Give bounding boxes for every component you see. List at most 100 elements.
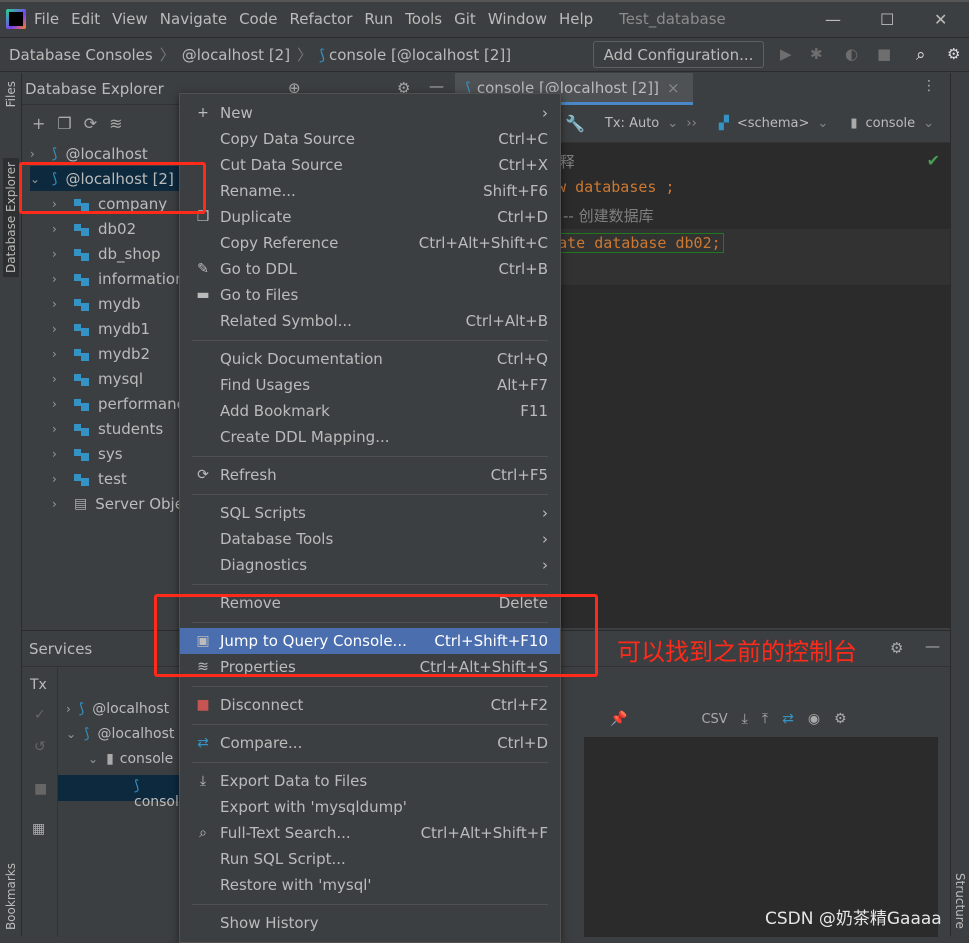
chevron-right-icon[interactable]: › (52, 197, 66, 211)
gear-icon[interactable]: ⚙ (947, 45, 960, 63)
minimize-icon[interactable]: — (825, 10, 841, 29)
commit-icon[interactable]: ✓ (34, 707, 46, 723)
schema-select[interactable]: <schema> (737, 116, 810, 131)
tree-item[interactable]: › db02 (52, 216, 136, 241)
menu-item-create-ddl-mapping[interactable]: Create DDL Mapping... (180, 424, 560, 450)
chevron-right-icon[interactable]: › (52, 422, 66, 436)
chevron-right-icon[interactable]: › (52, 272, 66, 286)
menu-item-go-to-ddl[interactable]: ✎ Go to DDL Ctrl+B (180, 256, 560, 282)
hide-icon[interactable]: — (925, 637, 940, 655)
menu-item-restore-with-mysql[interactable]: Restore with 'mysql' (180, 872, 560, 898)
chevron-right-icon[interactable]: › (52, 372, 66, 386)
services-tree-item[interactable]: ⌄ ▮ console (88, 751, 173, 767)
more-icon[interactable]: ⋮ (922, 78, 936, 94)
menu-tools[interactable]: Tools (405, 10, 442, 28)
settings-icon[interactable]: ⚙ (890, 639, 903, 657)
bookmarks-tab[interactable]: Bookmarks (4, 863, 18, 930)
coverage-icon[interactable]: ◐ (845, 45, 858, 63)
chevron-right-icon[interactable]: › (52, 472, 66, 486)
menu-item-sql-scripts[interactable]: SQL Scripts › (180, 500, 560, 526)
stop-icon[interactable]: ■ (34, 781, 47, 797)
add-icon[interactable]: + (32, 114, 45, 133)
stop-icon[interactable]: ■ (877, 45, 891, 63)
close-tab-icon[interactable]: × (667, 79, 680, 97)
menu-window[interactable]: Window (488, 10, 547, 28)
menu-item-refresh[interactable]: ⟳ Refresh Ctrl+F5 (180, 462, 560, 488)
chevron-right-icon[interactable]: › (52, 497, 66, 511)
menu-item-go-to-files[interactable]: ▬ Go to Files (180, 282, 560, 308)
tree-item[interactable]: › mysql (52, 366, 143, 391)
code-line[interactable]: -- 创建数据库 (563, 205, 654, 226)
services-tree-item-selected[interactable]: ⟆console (58, 775, 198, 810)
menu-item-disconnect[interactable]: ■ Disconnect Ctrl+F2 (180, 692, 560, 718)
chevron-right-icon[interactable]: › (52, 322, 66, 336)
maximize-icon[interactable]: ☐ (880, 10, 894, 29)
search-icon[interactable]: ⌕ (916, 45, 926, 65)
view-icon[interactable]: ◉ (808, 711, 820, 727)
menu-item-compare[interactable]: ⇄ Compare... Ctrl+D (180, 730, 560, 756)
services-tree-item[interactable]: › ⟆ @localhost (66, 701, 169, 717)
breadcrumb-localhost[interactable]: @localhost [2] (182, 46, 290, 64)
download-icon[interactable]: ⤓ (742, 711, 748, 727)
breadcrumb-database-consoles[interactable]: Database Consoles (9, 46, 153, 64)
tree-item[interactable]: › mydb1 (52, 316, 150, 341)
rollback-icon[interactable]: ↺ (34, 739, 46, 755)
chevron-down-icon[interactable]: ⌄ (30, 172, 44, 186)
csv-format-select[interactable]: CSV (701, 712, 727, 727)
menu-item-cut-data-source[interactable]: Cut Data Source Ctrl+X (180, 152, 560, 178)
pin-icon[interactable]: 📌 (610, 711, 627, 727)
copy-icon[interactable]: ❐ (57, 114, 71, 133)
menu-code[interactable]: Code (239, 10, 277, 28)
tree-item[interactable]: › test (52, 466, 127, 491)
files-tab[interactable]: Files (4, 81, 18, 107)
add-configuration-button[interactable]: Add Configuration... (593, 41, 764, 68)
tree-item[interactable]: › students (52, 416, 163, 441)
tree-item[interactable]: › ⟆ @localhost (30, 141, 148, 166)
tree-item[interactable]: › db_shop (52, 241, 161, 266)
tree-item[interactable]: › mydb2 (52, 341, 150, 366)
menu-file[interactable]: File (34, 10, 59, 28)
db-properties-icon[interactable]: ≋ (109, 114, 122, 133)
menu-item-add-bookmark[interactable]: Add Bookmark F11 (180, 398, 560, 424)
close-icon[interactable]: ✕ (934, 10, 947, 29)
chevron-right-icon[interactable]: › (30, 147, 44, 161)
run-icon[interactable]: ▶ (780, 45, 792, 63)
menu-item-database-tools[interactable]: Database Tools › (180, 526, 560, 552)
settings-icon[interactable]: ⚙ (834, 711, 847, 727)
menu-item-remove[interactable]: Remove Delete (180, 590, 560, 616)
chevron-right-icon[interactable]: › (52, 297, 66, 311)
chevron-right-icon[interactable]: › (52, 222, 66, 236)
chevron-right-icon[interactable]: › (52, 397, 66, 411)
chevron-right-icon[interactable]: › (52, 347, 66, 361)
menu-item-jump-to-query-console[interactable]: ▣ Jump to Query Console... Ctrl+Shift+F10 (180, 628, 560, 654)
menu-item-export-with-mysqldump[interactable]: Export with 'mysqldump' (180, 794, 560, 820)
database-explorer-tab[interactable]: Database Explorer (3, 158, 19, 278)
menu-item-run-sql-script[interactable]: Run SQL Script... (180, 846, 560, 872)
chevron-right-icon[interactable]: › (52, 247, 66, 261)
tree-item[interactable]: › company (52, 191, 167, 216)
menu-item-diagnostics[interactable]: Diagnostics › (180, 552, 560, 578)
menu-help[interactable]: Help (559, 10, 593, 28)
menu-item-quick-documentation[interactable]: Quick Documentation Ctrl+Q (180, 346, 560, 372)
menu-item-copy-data-source[interactable]: Copy Data Source Ctrl+C (180, 126, 560, 152)
menu-item-show-history[interactable]: Show History (180, 910, 560, 936)
menu-view[interactable]: View (112, 10, 148, 28)
menu-git[interactable]: Git (454, 10, 476, 28)
tree-item[interactable]: › mydb (52, 291, 141, 316)
console-select[interactable]: console (865, 116, 915, 131)
menu-item-full-text-search[interactable]: ⌕ Full-Text Search... Ctrl+Alt+Shift+F (180, 820, 560, 846)
menu-edit[interactable]: Edit (71, 10, 100, 28)
menu-item-export-data-to-files[interactable]: ⤓ Export Data to Files (180, 768, 560, 794)
wrench-icon[interactable]: 🔧 (565, 114, 585, 133)
layout-icon[interactable]: ▦ (32, 821, 45, 837)
upload-icon[interactable]: ⤒ (762, 711, 768, 727)
menu-item-copy-reference[interactable]: Copy Reference Ctrl+Alt+Shift+C (180, 230, 560, 256)
menu-item-find-usages[interactable]: Find Usages Alt+F7 (180, 372, 560, 398)
refresh-icon[interactable]: ⟳ (84, 114, 97, 133)
structure-tab[interactable]: Structure (953, 873, 967, 929)
compare-icon[interactable]: ⇄ (782, 711, 794, 727)
tx-button[interactable]: Tx (30, 677, 47, 693)
menu-run[interactable]: Run (364, 10, 393, 28)
chevron-right-icon[interactable]: › (52, 447, 66, 461)
tree-item[interactable]: › sys (52, 441, 123, 466)
